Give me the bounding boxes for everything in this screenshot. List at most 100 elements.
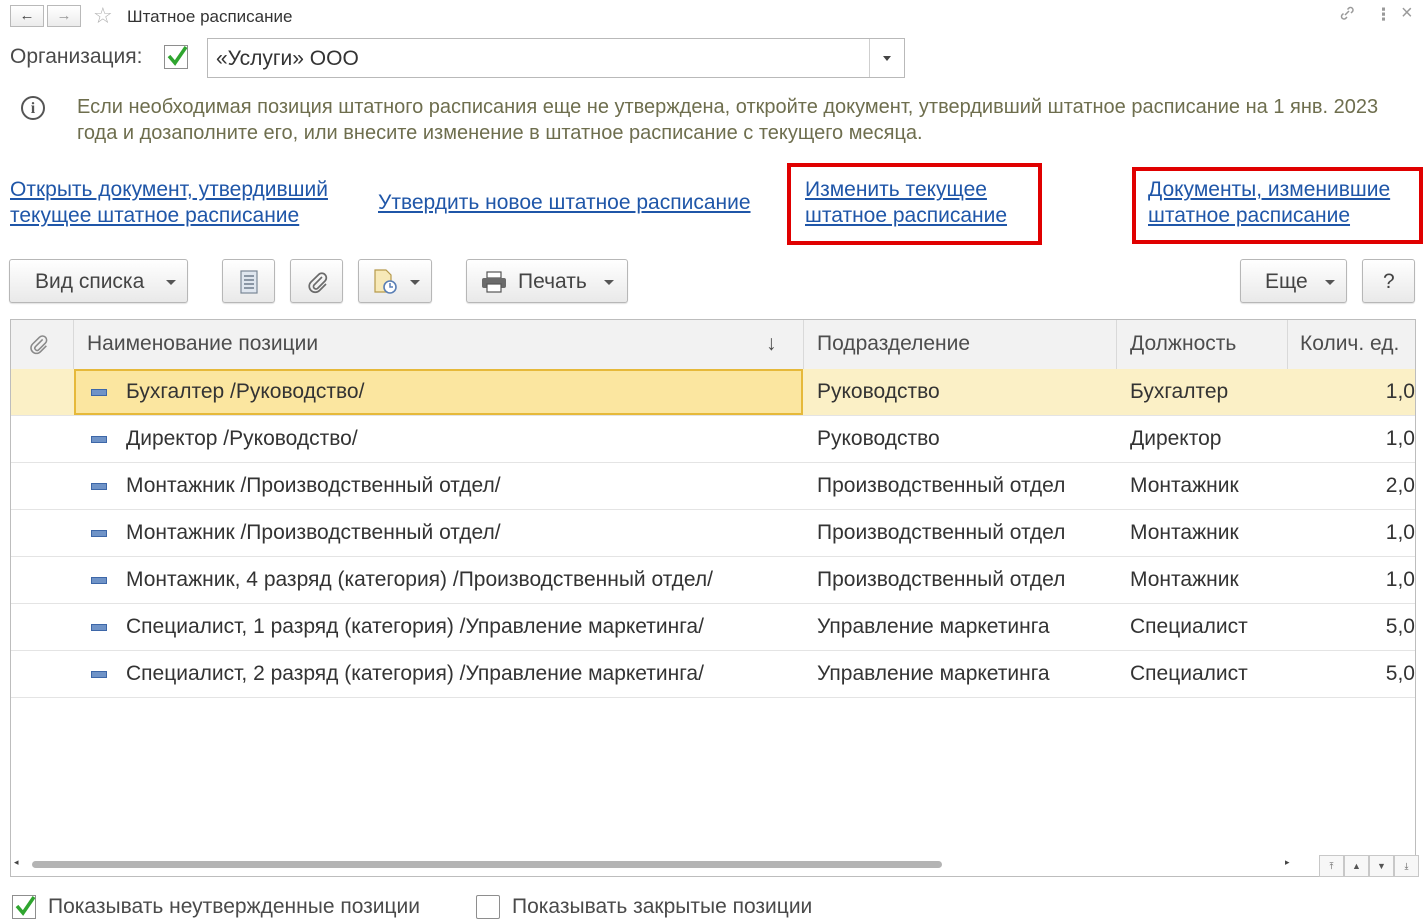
quantity-cell: 2,0 bbox=[1385, 474, 1415, 497]
position-name-cell: Монтажник, 4 разряд (категория) /Произво… bbox=[126, 568, 713, 591]
scroll-right-icon[interactable]: ▸ bbox=[1285, 857, 1290, 868]
chevron-down-icon bbox=[1325, 280, 1335, 285]
chevron-down-icon bbox=[410, 280, 420, 285]
checkmark-icon bbox=[167, 46, 188, 66]
position-icon bbox=[91, 483, 107, 490]
horizontal-scrollbar-thumb[interactable] bbox=[32, 861, 942, 868]
open-approving-document-link[interactable]: Открыть документ, утвердивший текущее шт… bbox=[10, 177, 328, 229]
attachments-button[interactable] bbox=[290, 259, 343, 303]
table-row[interactable]: Монтажник /Производственный отдел/ Произ… bbox=[11, 510, 1415, 557]
view-list-label: Вид списка bbox=[35, 270, 145, 293]
chevron-up-icon: ▲ bbox=[1352, 861, 1361, 871]
position-cell: Бухгалтер bbox=[1130, 380, 1229, 403]
organization-checkbox[interactable] bbox=[164, 45, 188, 69]
scroll-down-button[interactable]: ▼ bbox=[1369, 855, 1394, 877]
show-closed-checkbox[interactable] bbox=[476, 895, 500, 919]
quantity-cell: 1,0 bbox=[1385, 568, 1415, 591]
favorite-star-icon[interactable]: ☆ bbox=[93, 3, 113, 29]
column-header-label: Наименование позиции bbox=[87, 332, 319, 355]
table-row[interactable]: Директор /Руководство/ Руководство Дирек… bbox=[11, 416, 1415, 463]
position-name-cell: Специалист, 2 разряд (категория) /Управл… bbox=[126, 662, 704, 685]
department-cell: Руководство bbox=[817, 380, 940, 403]
position-cell: Специалист bbox=[1130, 662, 1248, 685]
scroll-up-button[interactable]: ▲ bbox=[1344, 855, 1369, 877]
approve-new-schedule-link[interactable]: Утвердить новое штатное расписание bbox=[378, 190, 751, 216]
position-cell: Монтажник bbox=[1130, 568, 1239, 591]
link-icon[interactable] bbox=[1339, 5, 1355, 26]
column-header-label: Колич. ед. bbox=[1300, 332, 1400, 355]
highlight-box-change bbox=[787, 163, 1042, 245]
scroll-left-icon[interactable]: ◂ bbox=[14, 857, 19, 868]
attachment-column-header[interactable] bbox=[11, 320, 74, 369]
table-row[interactable]: Бухгалтер /Руководство/ Руководство Бухг… bbox=[11, 369, 1415, 416]
department-cell: Управление маркетинга bbox=[817, 662, 1050, 685]
more-button[interactable]: Еще bbox=[1240, 259, 1347, 303]
more-label: Еще bbox=[1265, 270, 1308, 293]
close-icon[interactable]: × bbox=[1401, 2, 1413, 25]
quantity-cell: 5,0 bbox=[1385, 662, 1415, 685]
position-icon bbox=[91, 436, 107, 443]
position-cell: Монтажник bbox=[1130, 474, 1239, 497]
print-button[interactable]: Печать bbox=[466, 259, 628, 303]
column-header-position[interactable]: Должность bbox=[1117, 320, 1288, 369]
column-header-label: Должность bbox=[1130, 332, 1237, 355]
position-icon bbox=[91, 530, 107, 537]
table-row[interactable]: Монтажник, 4 разряд (категория) /Произво… bbox=[11, 557, 1415, 604]
organization-label: Организация: bbox=[10, 45, 143, 68]
staff-positions-table[interactable]: Наименование позиции ↓ Подразделение Дол… bbox=[10, 319, 1416, 877]
back-button[interactable]: ← bbox=[10, 5, 44, 27]
quantity-cell: 1,0 bbox=[1385, 521, 1415, 544]
link-line-2: текущее штатное расписание bbox=[10, 204, 300, 227]
table-row[interactable]: Специалист, 2 разряд (категория) /Управл… bbox=[11, 651, 1415, 698]
chevron-down-icon bbox=[604, 280, 614, 285]
department-cell: Управление маркетинга bbox=[817, 615, 1050, 638]
column-header-department[interactable]: Подразделение bbox=[804, 320, 1117, 369]
forward-button[interactable]: → bbox=[47, 5, 81, 27]
chevron-down-icon: ▼ bbox=[1377, 861, 1386, 871]
more-menu-icon[interactable]: ⋮ bbox=[1375, 5, 1392, 25]
scroll-to-top-button[interactable]: ⤒ bbox=[1319, 855, 1344, 877]
scroll-to-bottom-button[interactable]: ⤓ bbox=[1394, 855, 1419, 877]
scroll-top-icon: ⤒ bbox=[1329, 861, 1334, 871]
view-list-button[interactable]: Вид списка bbox=[9, 259, 188, 303]
position-icon bbox=[91, 624, 107, 631]
position-name-cell: Директор /Руководство/ bbox=[126, 427, 358, 450]
column-header-quantity[interactable]: Колич. ед. bbox=[1288, 320, 1415, 369]
paperclip-icon bbox=[308, 272, 328, 294]
journal-button[interactable] bbox=[222, 259, 275, 303]
position-icon bbox=[91, 577, 107, 584]
info-icon: i bbox=[21, 96, 45, 120]
scroll-bottom-icon: ⤓ bbox=[1404, 861, 1409, 871]
checkmark-icon bbox=[15, 896, 36, 916]
quantity-cell: 5,0 bbox=[1385, 615, 1415, 638]
back-arrow-icon: ← bbox=[19, 7, 35, 24]
info-message: Если необходимая позиция штатного распис… bbox=[77, 96, 1379, 144]
help-icon: ? bbox=[1383, 270, 1395, 293]
dropdown-arrow-button[interactable] bbox=[869, 39, 904, 77]
quantity-cell: 1,0 bbox=[1385, 427, 1415, 450]
show-closed-label[interactable]: Показывать закрытые позиции bbox=[512, 895, 812, 919]
quantity-cell: 1,0 bbox=[1385, 380, 1415, 403]
position-icon bbox=[91, 671, 107, 678]
department-cell: Производственный отдел bbox=[817, 474, 1066, 497]
show-unapproved-label[interactable]: Показывать неутвержденные позиции bbox=[48, 895, 420, 919]
help-button[interactable]: ? bbox=[1362, 259, 1415, 303]
table-row[interactable]: Специалист, 1 разряд (категория) /Управл… bbox=[11, 604, 1415, 651]
department-cell: Руководство bbox=[817, 427, 940, 450]
show-unapproved-checkbox[interactable] bbox=[12, 895, 36, 919]
create-based-on-button[interactable] bbox=[358, 259, 432, 303]
document-list-icon bbox=[240, 270, 258, 294]
printer-icon bbox=[482, 271, 506, 293]
department-cell: Производственный отдел bbox=[817, 568, 1066, 591]
column-header-name[interactable]: Наименование позиции ↓ bbox=[74, 320, 804, 369]
position-name-cell: Специалист, 1 разряд (категория) /Управл… bbox=[126, 615, 704, 638]
position-name-cell: Монтажник /Производственный отдел/ bbox=[126, 521, 501, 544]
sort-down-icon: ↓ bbox=[766, 332, 777, 355]
table-row[interactable]: Монтажник /Производственный отдел/ Произ… bbox=[11, 463, 1415, 510]
link-line-1: Открыть документ, утвердивший bbox=[10, 178, 328, 201]
paperclip-icon bbox=[30, 335, 48, 355]
position-icon bbox=[91, 389, 107, 396]
organization-select[interactable]: «Услуги» ООО bbox=[207, 38, 905, 78]
department-cell: Производственный отдел bbox=[817, 521, 1066, 544]
position-name-cell: Бухгалтер /Руководство/ bbox=[126, 380, 365, 403]
